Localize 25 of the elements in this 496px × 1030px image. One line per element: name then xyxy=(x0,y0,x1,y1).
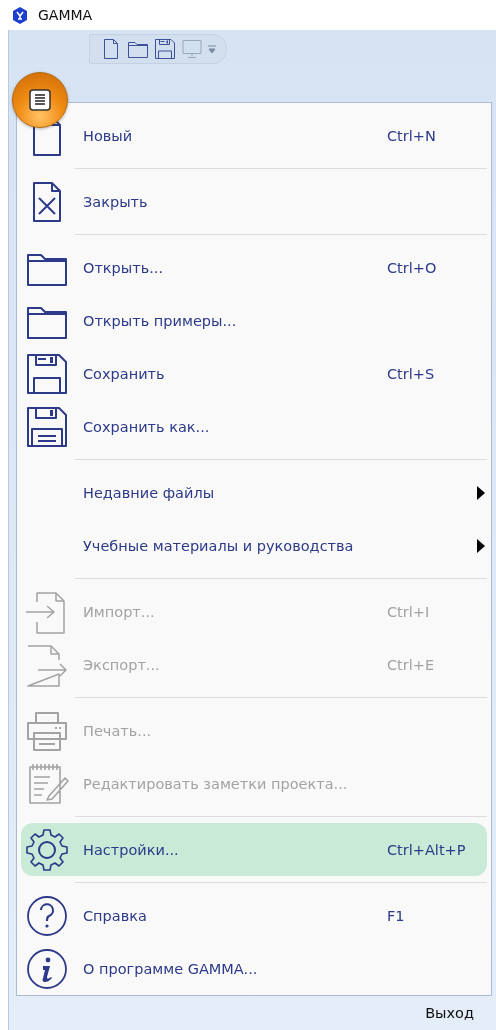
menu-item[interactable]: О программе GAMMA... xyxy=(21,942,487,995)
menu-item[interactable]: Справка F1 xyxy=(21,889,487,942)
document-arrow-icon xyxy=(25,642,69,687)
menu-item[interactable]: Сохранить как... xyxy=(21,400,487,453)
menu-item[interactable]: Закрыть xyxy=(21,175,487,228)
floppy-disk-icon xyxy=(154,38,176,60)
info-icon xyxy=(25,946,69,991)
floppy-disk-icon xyxy=(25,404,69,449)
menu-item[interactable]: Открыть примеры... xyxy=(21,294,487,347)
dropdown-caret-icon[interactable] xyxy=(208,44,216,54)
menu-item[interactable]: Сохранить Ctrl+S xyxy=(21,347,487,400)
exit-button[interactable]: Выход xyxy=(423,1001,476,1025)
menu-item[interactable]: Учебные материалы и руководства xyxy=(21,519,487,572)
document-lines-icon xyxy=(28,88,52,112)
menu-item[interactable]: Новый Ctrl+N xyxy=(21,109,487,162)
toolbar-button[interactable] xyxy=(154,38,176,60)
app-logo-icon xyxy=(12,6,28,24)
floppy-disk-icon xyxy=(25,351,69,396)
menu-item[interactable]: Открыть... Ctrl+O xyxy=(21,241,487,294)
menu-item[interactable]: Настройки... Ctrl+Alt+P xyxy=(21,823,487,876)
monitor-icon xyxy=(181,38,203,60)
help-icon xyxy=(25,893,69,938)
gear-icon xyxy=(25,827,69,872)
window-title: GAMMA xyxy=(38,7,93,23)
menu-item[interactable]: Недавние файлы xyxy=(21,466,487,519)
